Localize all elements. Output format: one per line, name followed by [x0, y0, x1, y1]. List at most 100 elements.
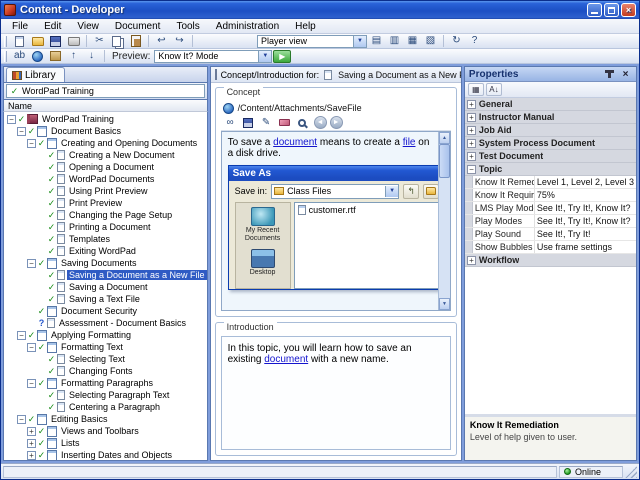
- tree-item[interactable]: ✓ Saving a Text File: [4, 293, 207, 305]
- close-button[interactable]: ×: [621, 3, 636, 17]
- tree-item[interactable]: ✓ Saving a Document as a New File: [4, 269, 207, 281]
- back-button[interactable]: ◄: [313, 116, 327, 129]
- expand-icon[interactable]: +: [27, 438, 36, 448]
- property-row[interactable]: Know It RemediationLevel 1, Level 2, Lev…: [464, 176, 636, 189]
- collapse-icon[interactable]: −: [27, 258, 36, 268]
- hyperlink[interactable]: file: [403, 137, 416, 148]
- menu-item-tools[interactable]: Tools: [169, 20, 206, 33]
- help-button[interactable]: ?: [466, 34, 483, 48]
- publish-button[interactable]: [29, 49, 46, 63]
- new-document-button[interactable]: [11, 34, 28, 48]
- redo-button[interactable]: ↪: [171, 34, 188, 48]
- menu-item-document[interactable]: Document: [108, 20, 168, 33]
- menu-item-file[interactable]: File: [5, 20, 35, 33]
- tree-item[interactable]: ✓ Creating a New Document: [4, 149, 207, 161]
- titlebar[interactable]: Content - Developer ×: [1, 1, 639, 19]
- link-attachment-button[interactable]: ∞: [222, 116, 239, 130]
- tree-item[interactable]: ✓ Document Security: [4, 305, 207, 317]
- tree-item[interactable]: − ✓ Formatting Paragraphs: [4, 377, 207, 389]
- collapse-icon[interactable]: −: [7, 114, 16, 124]
- paste-button[interactable]: [127, 34, 144, 48]
- scrollbar-thumb[interactable]: [438, 144, 450, 178]
- expand-icon[interactable]: +: [466, 125, 476, 135]
- collapse-icon[interactable]: −: [17, 414, 26, 424]
- tree-item[interactable]: − ✓ Saving Documents: [4, 257, 207, 269]
- tree-item[interactable]: ✓ Saving a Document: [4, 281, 207, 293]
- view-outline-button[interactable]: ▤: [368, 34, 385, 48]
- move-up-button[interactable]: ↑: [65, 49, 82, 63]
- tree-item[interactable]: − ✓ WordPad Training: [4, 113, 207, 125]
- tree-item[interactable]: − ✓ Editing Basics: [4, 413, 207, 425]
- refresh-button[interactable]: ↻: [448, 34, 465, 48]
- property-value[interactable]: Use frame settings: [535, 241, 636, 253]
- menu-item-help[interactable]: Help: [288, 20, 323, 33]
- undo-button[interactable]: ↩: [153, 34, 170, 48]
- expand-icon[interactable]: +: [466, 112, 476, 122]
- property-group-topic[interactable]: − Topic: [464, 163, 636, 176]
- property-group-general[interactable]: + General: [464, 98, 636, 111]
- scroll-down-icon[interactable]: ▼: [438, 298, 450, 310]
- collapse-icon[interactable]: −: [27, 138, 36, 148]
- package-button[interactable]: [47, 49, 64, 63]
- property-group-system-process-document[interactable]: + System Process Document: [464, 137, 636, 150]
- view-grid-button[interactable]: ▦: [404, 34, 421, 48]
- view-web-button[interactable]: ▧: [422, 34, 439, 48]
- preview-mode-combo[interactable]: Know It? Mode ▼: [154, 49, 273, 63]
- expand-icon[interactable]: +: [466, 99, 476, 109]
- resize-grip[interactable]: [625, 465, 637, 478]
- tree-item[interactable]: ? Assessment - Document Basics: [4, 317, 207, 329]
- toolbar-grip[interactable]: [4, 35, 7, 47]
- property-group-instructor-manual[interactable]: + Instructor Manual: [464, 111, 636, 124]
- move-down-button[interactable]: ↓: [83, 49, 100, 63]
- collapse-icon[interactable]: −: [17, 126, 26, 136]
- categorized-button[interactable]: ▦: [467, 83, 484, 96]
- concept-scrollbar[interactable]: ▲ ▼: [437, 132, 450, 310]
- close-panel-button[interactable]: ×: [619, 68, 632, 80]
- save-attachment-button[interactable]: [240, 116, 257, 130]
- copy-button[interactable]: [109, 34, 126, 48]
- property-row[interactable]: LMS Play ModesSee It!, Try It!, Know It?: [464, 202, 636, 215]
- tree-item[interactable]: ✓ Print Preview: [4, 197, 207, 209]
- property-row[interactable]: Play Sound See It!, Try It!: [464, 228, 636, 241]
- property-value[interactable]: See It!, Try It!, Know It?: [535, 202, 636, 214]
- tree-item[interactable]: ✓ Templates: [4, 233, 207, 245]
- property-row[interactable]: Know It Required %75%: [464, 189, 636, 202]
- hyperlink[interactable]: document: [273, 137, 317, 148]
- tree-item[interactable]: − ✓ Applying Formatting: [4, 329, 207, 341]
- expand-icon[interactable]: +: [466, 138, 476, 148]
- minimize-button[interactable]: [587, 3, 602, 17]
- auto-hide-button[interactable]: [603, 68, 616, 80]
- hyperlink[interactable]: document: [264, 354, 308, 365]
- tree-column-header[interactable]: Name: [3, 99, 208, 112]
- collapse-icon[interactable]: −: [27, 378, 36, 388]
- property-row[interactable]: Show Bubbles Use frame settings: [464, 241, 636, 254]
- tree-item[interactable]: ✓ Opening a Document: [4, 161, 207, 173]
- property-value[interactable]: 75%: [535, 189, 636, 201]
- tree-item[interactable]: ✓ Selecting Text: [4, 353, 207, 365]
- property-group-job-aid[interactable]: + Job Aid: [464, 124, 636, 137]
- property-value[interactable]: Level 1, Level 2, Level 3: [535, 176, 636, 188]
- tree-item[interactable]: + ✓ Views and Toolbars: [4, 425, 207, 437]
- forward-button[interactable]: ►: [329, 116, 343, 129]
- tree-item[interactable]: ✓ Changing Fonts: [4, 365, 207, 377]
- open-button[interactable]: [29, 34, 46, 48]
- tree-item[interactable]: ✓ Centering a Paragraph: [4, 401, 207, 413]
- delete-attachment-button[interactable]: [276, 116, 293, 130]
- property-group-test-document[interactable]: + Test Document: [464, 150, 636, 163]
- dropdown-arrow-icon[interactable]: ▼: [258, 50, 272, 62]
- property-value[interactable]: See It!, Try It!: [535, 228, 636, 240]
- spellcheck-button[interactable]: ab: [11, 49, 28, 63]
- tab-library[interactable]: Library: [6, 67, 65, 82]
- preview-attachment-button[interactable]: [294, 116, 311, 130]
- property-group-workflow[interactable]: + Workflow: [464, 254, 636, 267]
- scroll-up-icon[interactable]: ▲: [438, 132, 450, 144]
- view-split-button[interactable]: ▥: [386, 34, 403, 48]
- menu-item-edit[interactable]: Edit: [37, 20, 68, 33]
- document-selector[interactable]: ✓ WordPad Training: [6, 84, 205, 98]
- save-button[interactable]: [47, 34, 64, 48]
- edit-attachment-button[interactable]: ✎: [258, 116, 275, 130]
- collapse-icon[interactable]: −: [27, 342, 36, 352]
- tree-item[interactable]: ✓ Exiting WordPad: [4, 245, 207, 257]
- dropdown-arrow-icon[interactable]: ▼: [353, 35, 366, 47]
- expand-icon[interactable]: +: [27, 450, 36, 460]
